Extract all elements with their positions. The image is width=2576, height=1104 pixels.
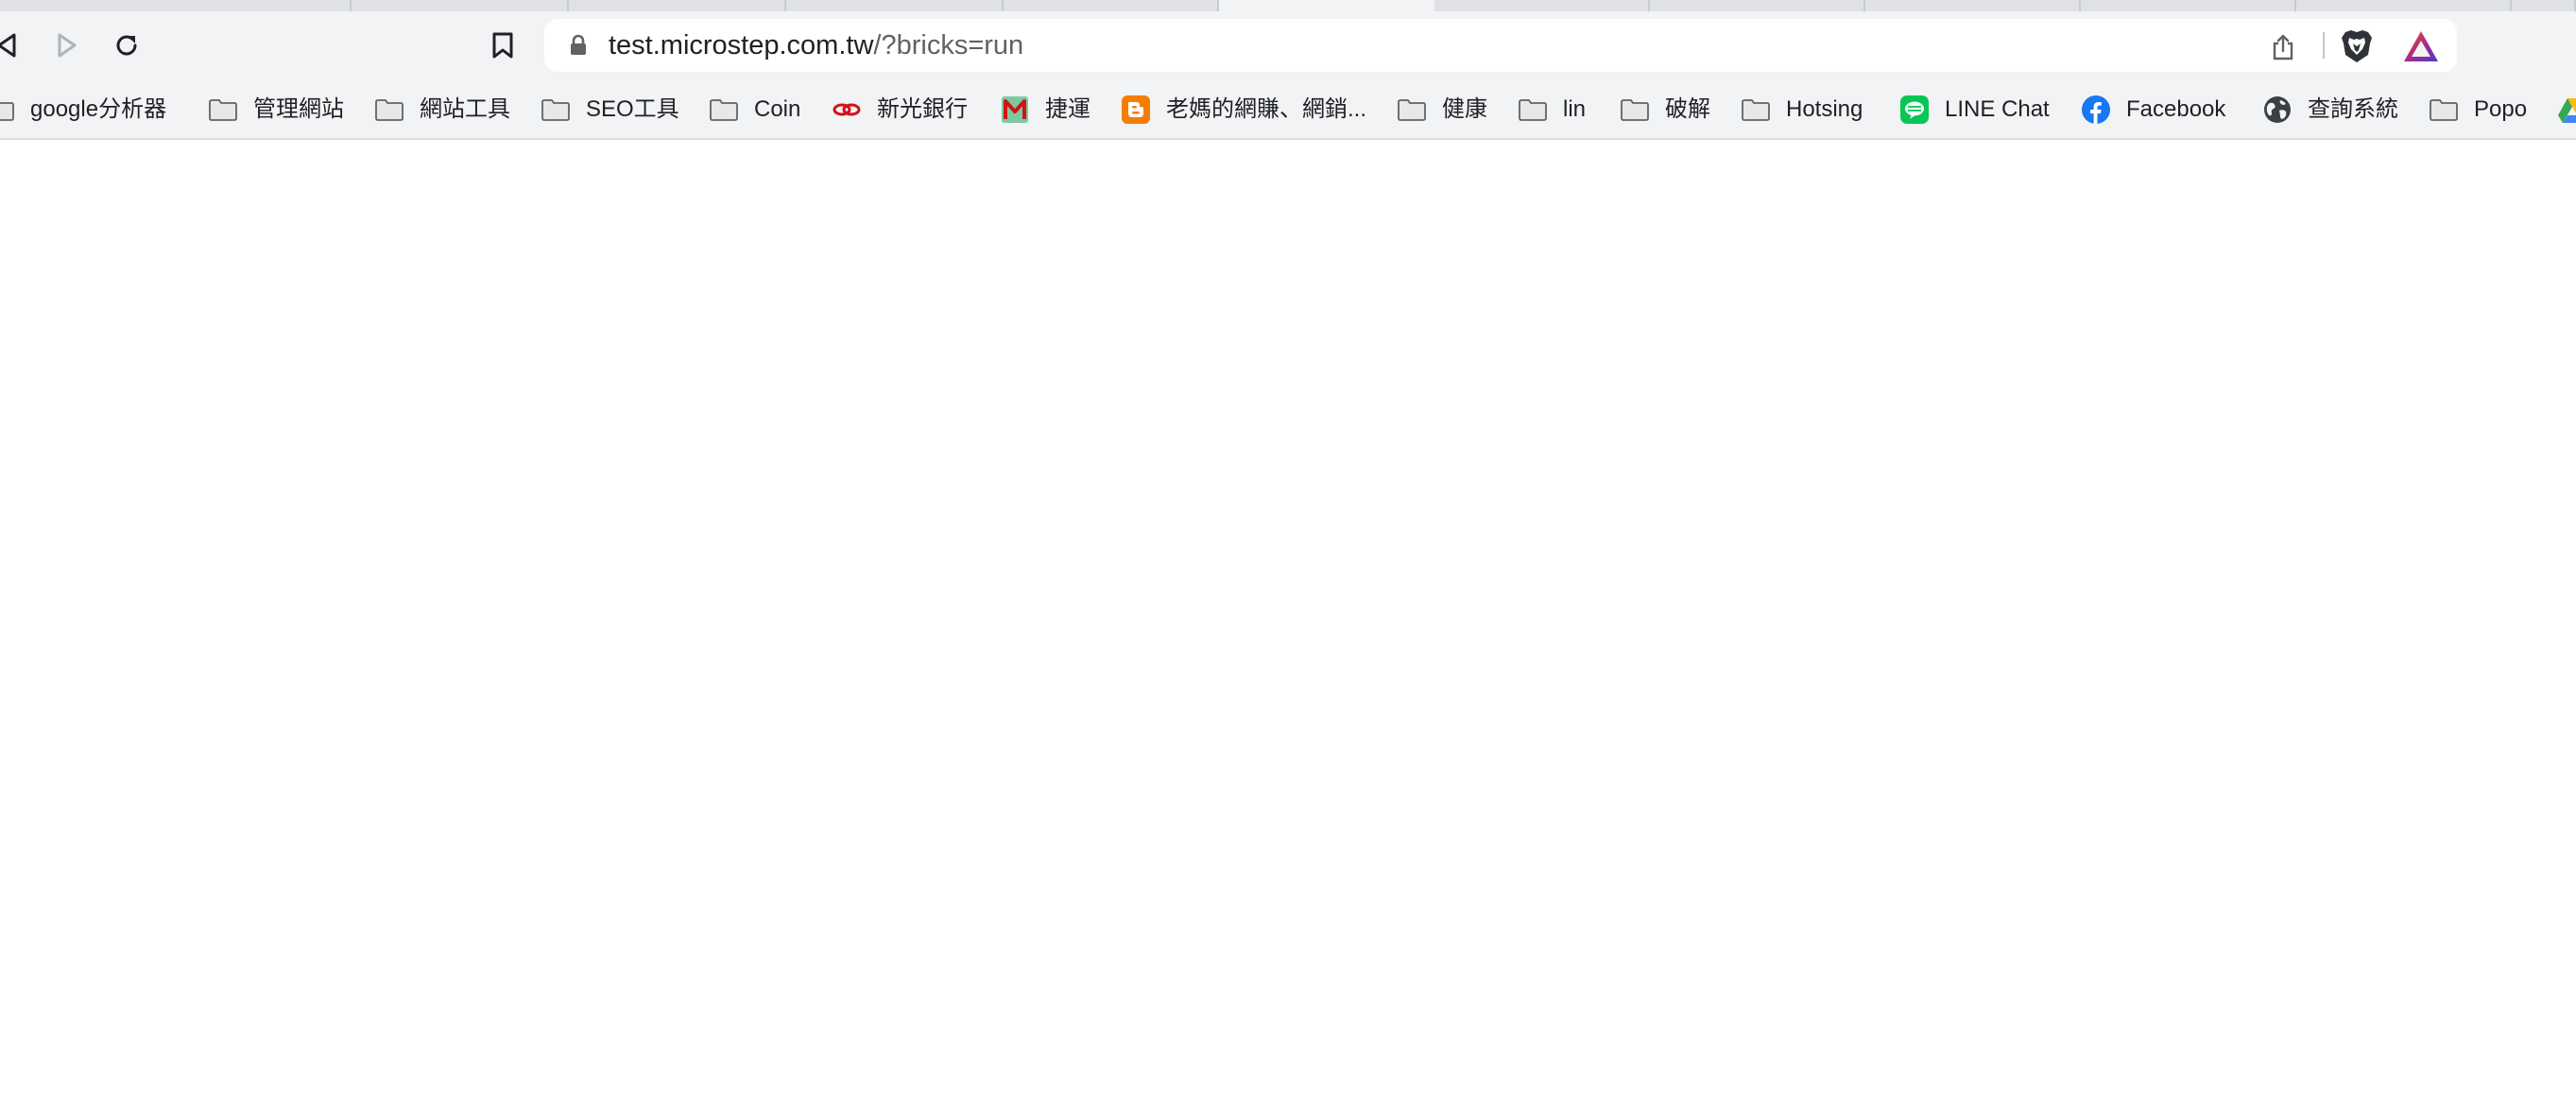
- bookmark-item[interactable]: LINE Chat: [1899, 81, 2050, 138]
- tab-active[interactable]: [1219, 0, 1434, 11]
- forward-button[interactable]: [43, 23, 89, 68]
- tab[interactable]: [352, 0, 569, 11]
- bookmark-item[interactable]: 老媽的網賺、網銷...: [1121, 81, 1366, 138]
- bookmark-label: LINE Chat: [1945, 96, 2050, 122]
- bookmark-item[interactable]: Coin: [709, 81, 800, 138]
- bookmark-label: 老媽的網賺、網銷...: [1166, 96, 1367, 122]
- bookmark-item[interactable]: Popo: [2429, 81, 2527, 138]
- folder-icon: [710, 99, 738, 121]
- url-host: test.microstep.com.tw: [609, 30, 874, 60]
- bookmark-label: SEO工具: [586, 96, 679, 122]
- bookmarks-bar: google分析器 管理網站 網站工具 SEO工具 Coin 新光銀行 捷運 老…: [0, 81, 2576, 140]
- folder-icon: [1519, 99, 1547, 121]
- line-icon: [1900, 95, 1929, 124]
- url-path: /?bricks=run: [873, 30, 1024, 60]
- forward-icon: [58, 33, 77, 58]
- bookmark-label: Coin: [754, 96, 801, 122]
- blogger-icon: [1122, 95, 1150, 124]
- bookmark-item[interactable]: Facebook: [2081, 81, 2225, 138]
- tab[interactable]: [1865, 0, 2081, 11]
- folder-icon: [2430, 99, 2458, 121]
- bookmark-item[interactable]: 管理網站: [208, 81, 344, 138]
- bookmark-label: Popo: [2474, 96, 2528, 122]
- bookmark-label: 查詢系統: [2308, 96, 2398, 122]
- share-icon: [2273, 34, 2293, 60]
- bookmark-label: Facebook: [2126, 96, 2226, 122]
- tab[interactable]: [1650, 0, 1865, 11]
- brave-rewards-icon[interactable]: [2402, 28, 2440, 64]
- page-content: [0, 140, 2576, 1104]
- folder-icon: [1742, 99, 1770, 121]
- bookmark-label: google分析器: [30, 96, 167, 122]
- reload-button[interactable]: [104, 23, 149, 68]
- bookmark-item[interactable]: Hotsing: [1741, 81, 1863, 138]
- metro-icon: [1002, 96, 1028, 123]
- bookmark-item[interactable]: 破解: [1620, 81, 1710, 138]
- bookmark-label: Hotsing: [1786, 96, 1863, 122]
- google-drive-icon: [2558, 98, 2576, 123]
- tab[interactable]: [2296, 0, 2512, 11]
- browser-toolbar: test.microstep.com.tw/?bricks=run: [0, 11, 2576, 81]
- back-button[interactable]: [0, 23, 30, 68]
- tab[interactable]: [569, 0, 786, 11]
- bookmark-item[interactable]: SEO工具: [541, 81, 679, 138]
- bookmark-item[interactable]: 健康: [1397, 81, 1487, 138]
- bookmark-item[interactable]: 新光銀行: [832, 81, 968, 138]
- bookmark-item[interactable]: 捷運: [1000, 81, 1091, 138]
- globe-icon: [2264, 96, 2291, 123]
- bookmark-item[interactable]: google分析器: [0, 81, 166, 138]
- bookmark-label: 網站工具: [420, 96, 510, 122]
- bookmark-item[interactable]: lin: [1518, 81, 1586, 138]
- reload-icon: [116, 35, 137, 56]
- brave-shield-icon[interactable]: [2340, 28, 2374, 64]
- tab[interactable]: [1004, 0, 1219, 11]
- separator: [2323, 32, 2325, 59]
- folder-icon: [1621, 99, 1649, 121]
- folder-icon: [209, 99, 237, 121]
- bookmark-label: 捷運: [1045, 96, 1091, 122]
- tab[interactable]: [2081, 0, 2296, 11]
- tab[interactable]: [1434, 0, 1650, 11]
- folder-icon: [375, 99, 404, 121]
- bookmark-item[interactable]: 查詢系統: [2262, 81, 2398, 138]
- bookmark-item-overflow[interactable]: [2557, 81, 2576, 138]
- folder-icon: [0, 102, 14, 121]
- url-text[interactable]: test.microstep.com.tw/?bricks=run: [609, 19, 1023, 72]
- back-icon: [0, 33, 16, 58]
- bookmark-label: 健康: [1442, 96, 1487, 122]
- facebook-icon: [2082, 95, 2110, 124]
- bookmark-item[interactable]: 網站工具: [374, 81, 510, 138]
- skbank-icon: [833, 103, 861, 116]
- bookmark-label: 管理網站: [253, 96, 344, 122]
- folder-icon: [541, 99, 570, 121]
- tab[interactable]: [0, 0, 352, 11]
- bookmark-icon: [492, 32, 513, 59]
- bookmark-label: lin: [1563, 96, 1587, 122]
- tab-strip: [0, 0, 2576, 11]
- address-bar[interactable]: test.microstep.com.tw/?bricks=run: [544, 19, 2457, 72]
- share-button[interactable]: [2266, 30, 2300, 64]
- tab[interactable]: [786, 0, 1004, 11]
- bookmark-page-button[interactable]: [480, 23, 525, 68]
- tab[interactable]: [2512, 0, 2576, 11]
- bookmark-label: 新光銀行: [877, 96, 968, 122]
- bookmark-label: 破解: [1665, 96, 1710, 122]
- lock-icon[interactable]: [569, 34, 588, 57]
- folder-icon: [1398, 99, 1426, 121]
